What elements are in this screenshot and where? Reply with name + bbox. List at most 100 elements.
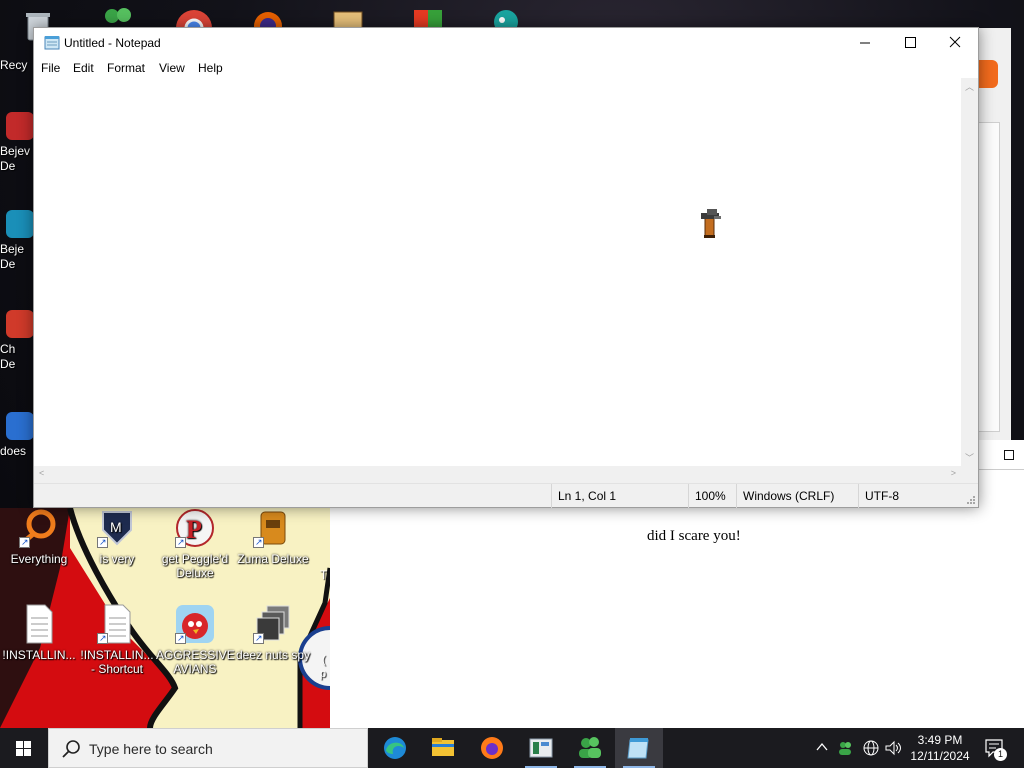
desktop-icon-is-very[interactable]: M is very xyxy=(78,508,156,566)
taskbar-file-explorer[interactable] xyxy=(419,728,467,768)
desktop-left-icon-bejeweled-2[interactable]: Beje De xyxy=(0,210,34,272)
game-desktop-icon[interactable] xyxy=(330,8,366,29)
desktop-icon-installing[interactable]: !INSTALLIN... xyxy=(0,604,78,662)
shortcut-arrow-icon xyxy=(253,535,264,549)
chevron-up-icon[interactable] xyxy=(816,740,828,754)
clock-date: 12/11/2024 xyxy=(910,749,970,763)
search-icon xyxy=(62,740,80,758)
maximize-icon xyxy=(905,37,916,48)
page-message: did I scare you! xyxy=(647,528,741,544)
chrome-desktop-icon[interactable] xyxy=(172,6,216,46)
title-bar[interactable]: Untitled - Notepad xyxy=(34,28,978,58)
shield-desktop-icon[interactable] xyxy=(408,6,448,28)
people-icon xyxy=(579,737,601,758)
bejeweled-1-label: Bejev De xyxy=(0,144,31,173)
taskbar-edge[interactable] xyxy=(371,728,419,768)
close-icon xyxy=(949,36,961,48)
people-desktop-icon[interactable] xyxy=(98,6,138,28)
desktop-icon-everything[interactable]: Everything xyxy=(0,508,78,566)
notepad-window: Untitled - Notepad File Edit Format View… xyxy=(33,27,979,508)
scroll-up-icon[interactable]: ︿ xyxy=(965,80,974,93)
taskbar-notepad[interactable] xyxy=(615,728,663,768)
svg-text:M: M xyxy=(110,519,122,535)
scrollbar-corner xyxy=(961,466,978,483)
notepad-icon xyxy=(627,738,649,759)
taskbar-app[interactable] xyxy=(517,728,565,768)
shortcut-arrow-icon xyxy=(253,631,264,645)
vertical-scrollbar[interactable]: ︿ ﹀ xyxy=(961,78,978,466)
scroll-right-icon[interactable]: > xyxy=(951,468,956,478)
status-encoding: UTF-8 xyxy=(858,484,978,508)
desktop-left-icon-chuzzle[interactable]: Ch De xyxy=(0,310,34,372)
menu-file[interactable]: File xyxy=(41,61,60,75)
start-button[interactable] xyxy=(0,728,48,768)
desktop-icon-aggressive-avians[interactable]: AGGRESSIVE AVIANS xyxy=(156,604,235,676)
desktop-icon-label: Everything xyxy=(10,552,68,566)
desktop-left-icon-recycle[interactable]: Recy xyxy=(0,58,34,73)
desktop-icon-deez-nuts-spy[interactable]: deez nuts spy xyxy=(234,604,312,662)
menu-view[interactable]: View xyxy=(159,61,185,75)
scroll-left-icon[interactable]: < xyxy=(39,468,44,478)
system-tray xyxy=(810,728,908,768)
desktop-icon-label: !INSTALLIN... xyxy=(2,648,76,662)
everything-icon xyxy=(19,508,59,549)
background-window-controls xyxy=(976,440,1024,470)
shortcut-arrow-icon xyxy=(175,535,186,549)
scroll-down-icon[interactable]: ﹀ xyxy=(965,451,974,464)
taskbar-search-box[interactable]: Type here to search xyxy=(48,728,368,768)
orange-tab-icon xyxy=(978,60,998,88)
shortcut-arrow-icon xyxy=(175,631,186,645)
volume-icon[interactable] xyxy=(884,739,904,757)
close-button[interactable] xyxy=(932,28,978,58)
network-globe-icon[interactable] xyxy=(862,739,880,757)
menu-help[interactable]: Help xyxy=(198,61,223,75)
resize-grip-icon[interactable] xyxy=(966,495,976,505)
maximize-button[interactable] xyxy=(887,28,933,58)
shortcut-arrow-icon xyxy=(97,535,108,549)
file-explorer-icon xyxy=(432,738,454,756)
taskbar-firefox[interactable] xyxy=(468,728,516,768)
menu-bar: File Edit Format View Help xyxy=(34,58,978,78)
firefox-desktop-icon[interactable] xyxy=(250,8,286,40)
taskbar-people[interactable] xyxy=(566,728,614,768)
text-file-icon xyxy=(19,604,59,644)
clock-time: 3:49 PM xyxy=(917,733,963,747)
status-bar: Ln 1, Col 1 100% Windows (CRLF) UTF-8 xyxy=(34,483,978,508)
status-position: Ln 1, Col 1 xyxy=(551,484,687,508)
status-line-ending: Windows (CRLF) xyxy=(736,484,858,508)
bejeweled-2-label: Beje De xyxy=(0,242,25,271)
edge-icon xyxy=(384,737,406,759)
minimize-icon xyxy=(860,42,870,44)
bejeweled-icon xyxy=(6,112,34,140)
desktop-icon-label: !INSTALLIN... - Shortcut xyxy=(80,648,154,676)
desktop-left-icon-does[interactable]: does xyxy=(0,412,34,459)
desktop-icon-peggle[interactable]: P get Peggle'd Deluxe xyxy=(156,508,234,580)
background-window-panel xyxy=(978,122,1000,432)
desktop-icon-installing-shortcut[interactable]: !INSTALLIN... - Shortcut xyxy=(78,604,156,676)
character-desktop-icon[interactable] xyxy=(486,6,526,34)
recycle-label: Recy xyxy=(0,58,28,72)
svg-text:P: P xyxy=(186,515,202,544)
desktop-partial-label-1: T xyxy=(320,568,328,582)
desktop-partial-label-2: ( xyxy=(322,654,326,666)
window-title: Untitled - Notepad xyxy=(64,36,161,50)
zuma-icon xyxy=(253,508,293,549)
people-tray-icon[interactable] xyxy=(836,739,854,757)
taskbar-clock[interactable]: 3:49 PM 12/11/2024 xyxy=(903,732,977,764)
text-editor-area[interactable] xyxy=(34,78,961,466)
minimize-button[interactable] xyxy=(842,28,888,58)
notification-badge: 1 xyxy=(994,748,1007,761)
desktop-left-icon-bejeweled-1[interactable]: Bejev De xyxy=(0,112,34,174)
horizontal-scrollbar[interactable]: < > xyxy=(34,466,961,483)
angry-bird-icon xyxy=(175,604,215,645)
maximize-icon[interactable] xyxy=(1004,450,1014,460)
shortcut-arrow-icon xyxy=(19,535,30,549)
shortcut-arrow-icon xyxy=(97,631,108,645)
does-icon xyxy=(6,412,34,440)
background-window-edge xyxy=(975,28,1011,440)
notification-center-button[interactable]: 1 xyxy=(978,728,1024,768)
desktop-icon-zuma[interactable]: Zuma Deluxe xyxy=(234,508,312,566)
menu-format[interactable]: Format xyxy=(107,61,145,75)
menu-edit[interactable]: Edit xyxy=(73,61,94,75)
chuzzle-icon xyxy=(6,310,34,338)
